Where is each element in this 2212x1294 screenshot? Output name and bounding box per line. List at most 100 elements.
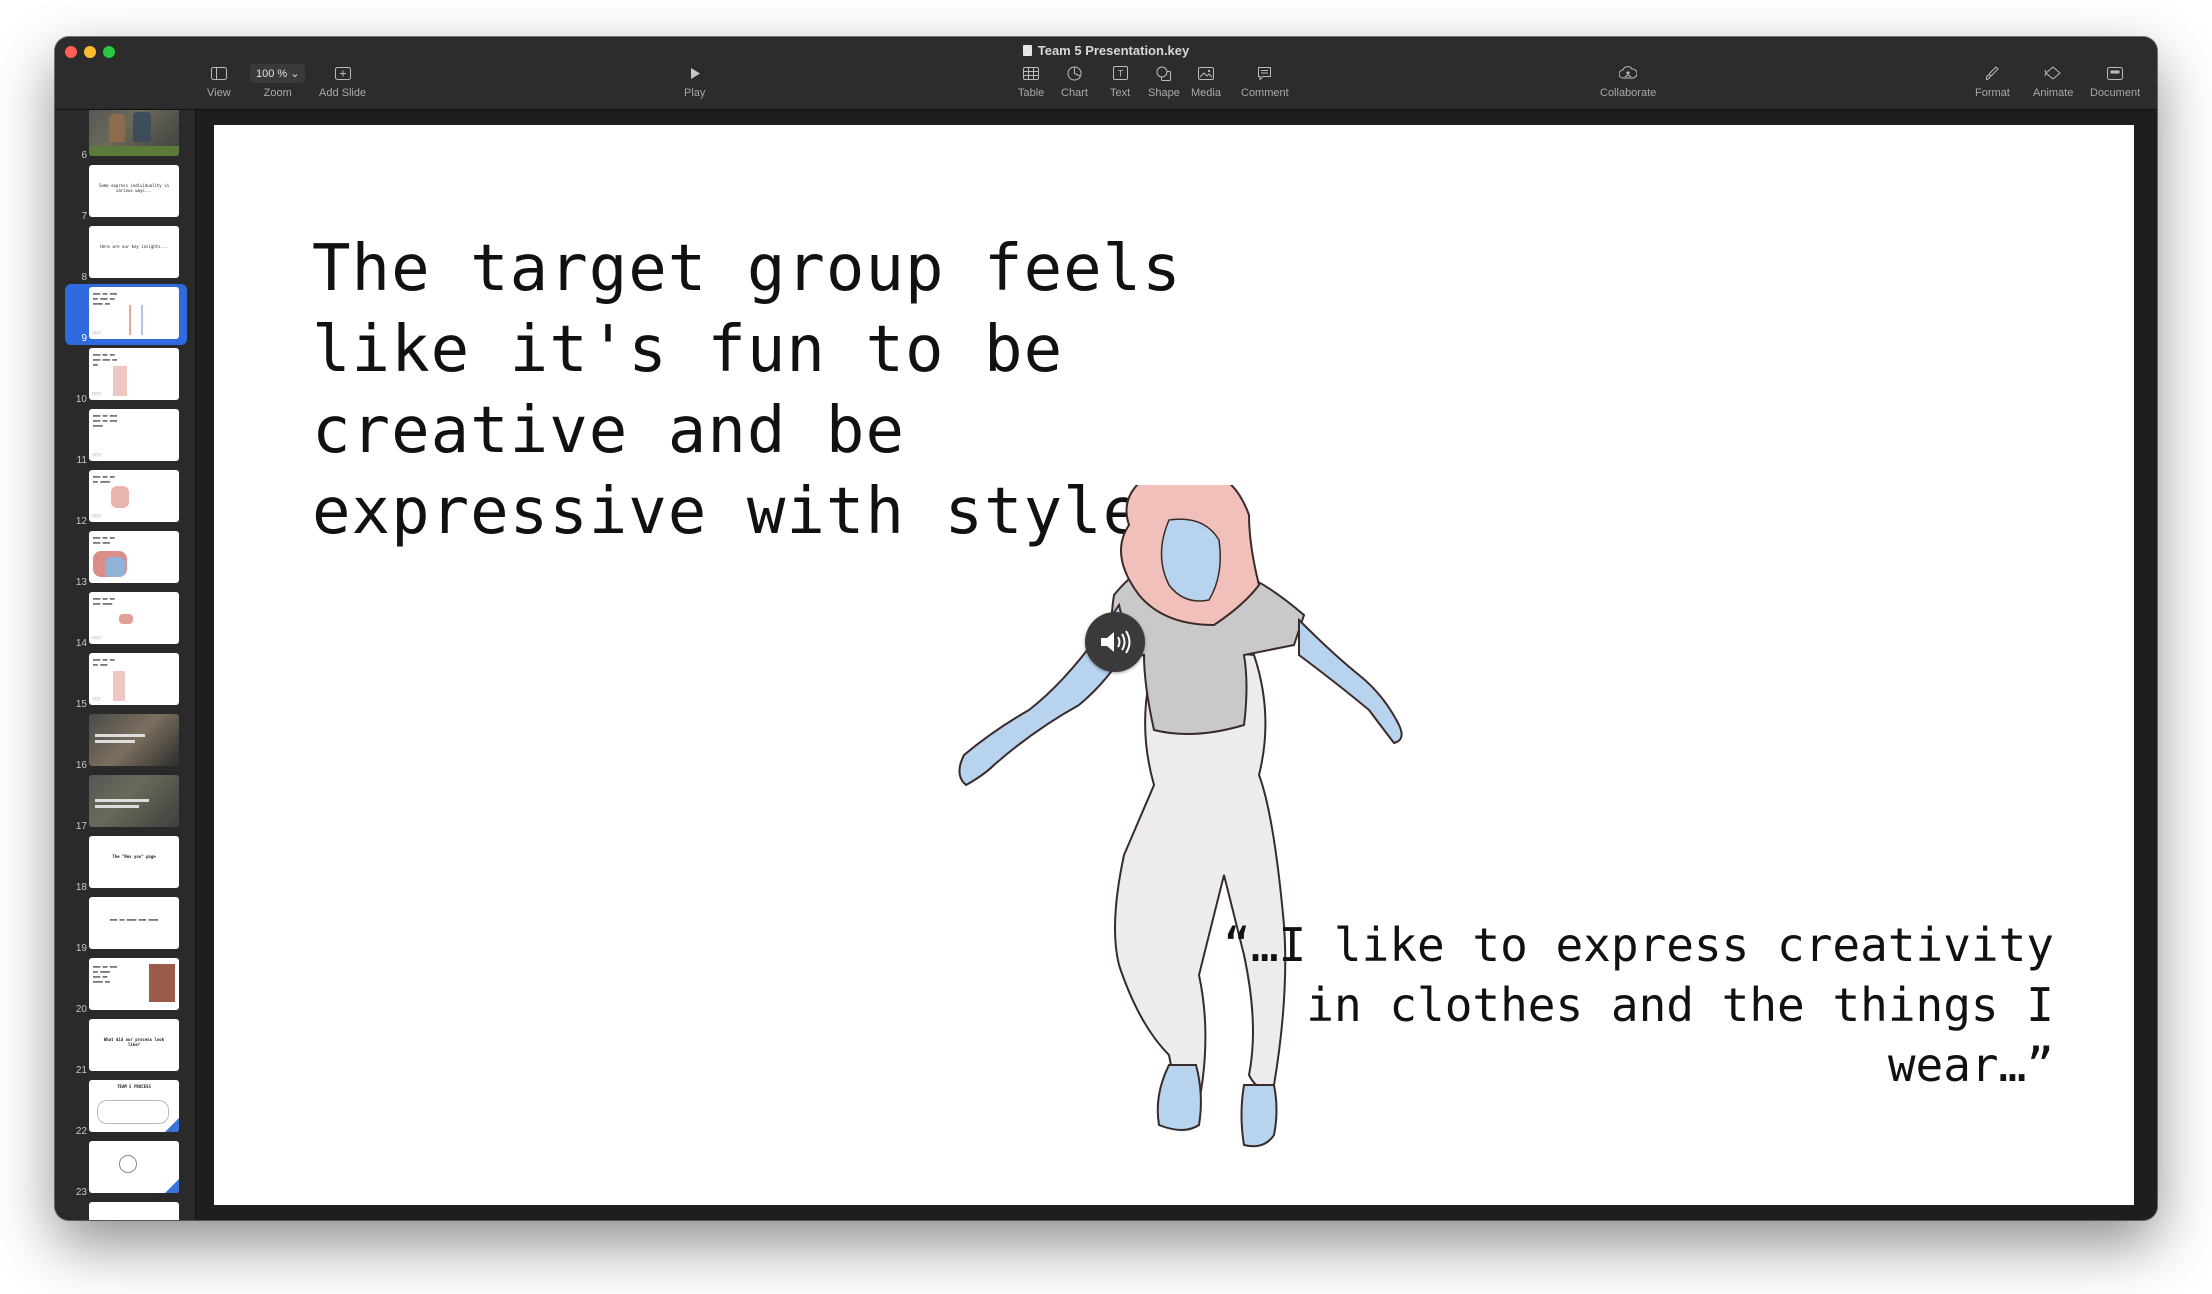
slide-thumbnail-image bbox=[89, 1202, 179, 1220]
zoom-control[interactable]: 100 % ⌄ Zoom bbox=[250, 61, 306, 99]
slide-thumbnail[interactable]: 6 bbox=[55, 110, 195, 162]
slide-thumbnail-image: ▬▬▬ ▬▬ ▬▬ ▬▬▬ ▬▬▬ ▬▬ ▬▬ ○○○ bbox=[89, 348, 179, 400]
thumbnail-text-block: ▬▬▬ ▬▬ ▬▬▬▬ ▬▬▬ ▬▬▬▬ bbox=[109, 917, 159, 922]
slide-number: 21 bbox=[75, 1065, 87, 1076]
table-label: Table bbox=[1018, 87, 1045, 99]
play-button[interactable]: Play bbox=[684, 61, 705, 99]
slide-thumbnail[interactable]: TEAM 5 PROCESS 22 bbox=[55, 1077, 195, 1138]
shape-icon bbox=[1156, 66, 1171, 81]
slide-thumbnail[interactable]: ▬▬▬ ▬▬ ▬▬ ▬▬▬ ▬▬▬▬ ○○○ 14 bbox=[55, 589, 195, 650]
slide-thumbnail[interactable]: Some express individuality in various wa… bbox=[55, 162, 195, 223]
text-button[interactable]: T Text bbox=[1110, 61, 1130, 99]
slide-thumbnail-image: TEAM 5 PROCESS bbox=[89, 1080, 179, 1132]
slide-number: 11 bbox=[76, 455, 87, 466]
paintbrush-icon bbox=[1986, 65, 2000, 80]
media-button[interactable]: Media bbox=[1191, 61, 1221, 99]
view-button[interactable]: View bbox=[207, 61, 231, 99]
document-button[interactable]: Document bbox=[2090, 61, 2140, 99]
format-label: Format bbox=[1975, 87, 2010, 99]
slide-number: 14 bbox=[75, 638, 87, 649]
slide-thumbnail-selected[interactable]: ▬▬▬ ▬▬ ▬▬▬ ▬▬ ▬▬▬ ▬▬ ▬▬▬▬ ▬▬ ○○○ 9 bbox=[55, 284, 195, 345]
chart-label: Chart bbox=[1061, 87, 1088, 99]
slide-thumbnail-image bbox=[89, 714, 179, 766]
comment-button[interactable]: Comment bbox=[1241, 61, 1289, 99]
document-panel-icon bbox=[2107, 66, 2124, 80]
slide-thumbnail[interactable]: The "Rex you" page 18 bbox=[55, 833, 195, 894]
collaborate-button[interactable]: Collaborate bbox=[1600, 61, 1656, 99]
thumbnail-text-block: ▬▬▬ ▬▬ ▬▬ ▬▬▬ ▬▬▬ bbox=[93, 535, 115, 545]
text-box-icon: T bbox=[1112, 66, 1128, 80]
audio-icons: ○○○ bbox=[92, 696, 102, 702]
slide-number: 15 bbox=[75, 699, 87, 710]
slide-thumbnail[interactable]: Here are our key insights... 8 bbox=[55, 223, 195, 284]
comment-label: Comment bbox=[1241, 87, 1289, 99]
format-button[interactable]: Format bbox=[1975, 61, 2010, 99]
thumbnail-text: TEAM 5 PROCESS bbox=[117, 1084, 151, 1089]
audio-playback-button[interactable] bbox=[1085, 612, 1145, 672]
image-icon bbox=[1197, 66, 1214, 80]
slide-number: 13 bbox=[75, 577, 87, 588]
thumbnail-text-block: ▬▬▬ ▬▬ ▬▬ ▬▬ ▬▬▬▬ bbox=[93, 474, 115, 484]
slide-thumbnail[interactable]: 16 bbox=[55, 711, 195, 772]
slide-number: 23 bbox=[75, 1187, 87, 1198]
add-slide-label: Add Slide bbox=[319, 87, 367, 99]
animate-button[interactable]: Animate bbox=[2033, 61, 2073, 99]
table-icon bbox=[1023, 66, 1040, 80]
slide-thumbnail-image: ▬▬▬ ▬▬ ▬▬▬ ▬▬▬ ▬▬ ▬▬▬ ▬▬▬▬ ○○○ bbox=[89, 409, 179, 461]
speaker-icon bbox=[1101, 630, 1131, 654]
slide-thumbnail-image: ▬▬▬ ▬▬ ▬▬▬ ▬▬ ▬▬▬▬ ▬▬▬ ▬▬ ▬▬▬▬ ▬▬ bbox=[89, 958, 179, 1010]
slide-number: 20 bbox=[75, 1004, 87, 1015]
slide-thumbnail[interactable]: ▬▬▬ ▬▬ ▬▬ ▬▬ ▬▬▬ ○○○ 15 bbox=[55, 650, 195, 711]
play-icon bbox=[690, 67, 700, 79]
slide-number: 8 bbox=[81, 272, 87, 283]
slide-thumbnail[interactable]: 17 bbox=[55, 772, 195, 833]
slide-thumbnail-image: Here are our key insights... bbox=[89, 226, 179, 278]
play-label: Play bbox=[684, 87, 706, 99]
audio-icons: ○○○ bbox=[92, 635, 102, 641]
slide-thumbnail-partial[interactable] bbox=[55, 1199, 195, 1220]
slide-thumbnail[interactable]: ▬▬▬ ▬▬ ▬▬▬ ▬▬▬ ▬▬ ▬▬▬ ▬▬▬▬ ○○○ 11 bbox=[55, 406, 195, 467]
slide-thumbnail[interactable]: What did our process look like? 21 bbox=[55, 1016, 195, 1077]
slide-thumbnail-image: Some express individuality in various wa… bbox=[89, 165, 179, 217]
slide-thumbnail[interactable]: ▬▬▬ ▬▬ ▬▬ ▬▬ ▬▬▬▬ ○○○ 12 bbox=[55, 467, 195, 528]
slide-number: 18 bbox=[75, 882, 87, 893]
slide-thumbnail[interactable]: ▬▬▬ ▬▬ ▬▬▬ ▬▬ ▬▬▬▬ ▬▬▬ ▬▬ ▬▬▬▬ ▬▬ 20 bbox=[55, 955, 195, 1016]
chart-button[interactable]: Chart bbox=[1061, 61, 1088, 99]
slide-thumbnail[interactable]: ▬▬▬ ▬▬ ▬▬ ▬▬▬ ▬▬▬ ▬▬ ▬▬ ○○○ 10 bbox=[55, 345, 195, 406]
slide-number: 22 bbox=[75, 1126, 87, 1137]
table-button[interactable]: Table bbox=[1018, 61, 1044, 99]
add-slide-icon bbox=[334, 66, 351, 80]
shape-button[interactable]: Shape bbox=[1148, 61, 1180, 99]
slide-thumbnail-image: ▬▬▬ ▬▬ ▬▬ ▬▬▬ ▬▬▬ bbox=[89, 531, 179, 583]
slide-thumbnail-image bbox=[89, 1141, 179, 1193]
slide-thumbnail[interactable]: ▬▬▬ ▬▬ ▬▬ ▬▬▬ ▬▬▬ 13 bbox=[55, 528, 195, 589]
slide-thumbnail-image: ▬▬▬ ▬▬ ▬▬ ▬▬▬ ▬▬▬▬ ○○○ bbox=[89, 592, 179, 644]
slide-number: 17 bbox=[75, 821, 87, 832]
thumbnail-text: Here are our key insights... bbox=[100, 244, 168, 249]
thumbnail-text: Some express individuality in various wa… bbox=[99, 183, 169, 193]
slide-thumbnail[interactable]: ▬▬▬ ▬▬ ▬▬▬▬ ▬▬▬ ▬▬▬▬ 19 bbox=[55, 894, 195, 955]
zoom-value[interactable]: 100 % ⌄ bbox=[250, 63, 306, 83]
thumbnail-text-block: ▬▬▬ ▬▬ ▬▬▬ ▬▬▬ ▬▬ ▬▬▬ ▬▬▬▬ bbox=[93, 413, 118, 428]
view-label: View bbox=[207, 87, 231, 99]
slide-number: 9 bbox=[81, 333, 87, 344]
slide-thumbnail[interactable]: 23 bbox=[55, 1138, 195, 1199]
thumbnail-corner-accent bbox=[165, 1179, 179, 1193]
slide-number: 16 bbox=[75, 760, 87, 771]
thumbnail-text-block: ▬▬▬ ▬▬ ▬▬ ▬▬ ▬▬▬ bbox=[93, 657, 115, 667]
slide-thumbnail-image: ▬▬▬ ▬▬ ▬▬ ▬▬ ▬▬▬▬ ○○○ bbox=[89, 470, 179, 522]
toolbar: Team 5 Presentation.key View 100 % ⌄ Zoo… bbox=[55, 37, 2157, 110]
thumbnail-text-block: ▬▬▬ ▬▬ ▬▬▬ ▬▬ ▬▬▬▬ ▬▬▬ ▬▬ ▬▬▬▬ ▬▬ bbox=[93, 964, 118, 984]
slide-canvas[interactable]: The target group feels like it's fun to … bbox=[196, 110, 2157, 1220]
slide-navigator[interactable]: 6 Some express individuality in various … bbox=[55, 110, 196, 1220]
thumbnail-text-block: ▬▬▬ ▬▬ ▬▬▬ ▬▬ ▬▬▬ ▬▬ ▬▬▬▬ ▬▬ bbox=[93, 291, 118, 306]
slide-thumbnail-image bbox=[89, 110, 179, 156]
slide-thumbnail-image: ▬▬▬ ▬▬ ▬▬▬ ▬▬ ▬▬▬ ▬▬ ▬▬▬▬ ▬▬ ○○○ bbox=[89, 287, 179, 339]
animate-label: Animate bbox=[2033, 87, 2074, 99]
zoom-value-text: 100 % bbox=[256, 67, 288, 80]
sidebar-icon bbox=[210, 66, 227, 80]
slide-quote[interactable]: “…I like to express creativity in clothe… bbox=[1154, 915, 2054, 1095]
text-label: Text bbox=[1110, 87, 1131, 99]
slide[interactable]: The target group feels like it's fun to … bbox=[214, 125, 2134, 1205]
add-slide-button[interactable]: Add Slide bbox=[319, 61, 366, 99]
